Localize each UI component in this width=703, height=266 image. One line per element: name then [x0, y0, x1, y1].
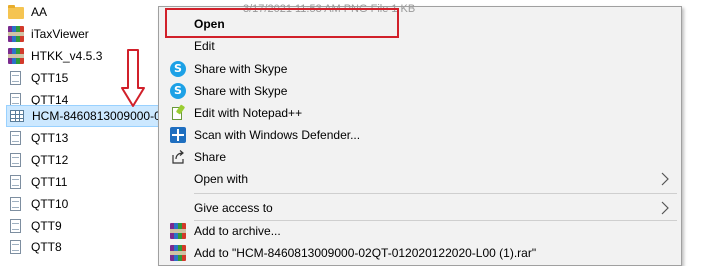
menu-label: Scan with Windows Defender... [194, 128, 361, 142]
document-icon [8, 70, 24, 86]
menu-label: Share with Skype [194, 62, 288, 76]
file-name: HCM-8460813009000-02 [32, 109, 168, 123]
menu-item-open-with[interactable]: Open with [159, 168, 681, 190]
file-name: HTKK_v4.5.3 [31, 49, 103, 63]
menu-label: Share [194, 150, 227, 164]
file-row-qtt10[interactable]: QTT10 [8, 193, 168, 215]
menu-label: Edit with Notepad++ [194, 106, 303, 120]
menu-item-edit-notepad[interactable]: Edit with Notepad++ [159, 102, 681, 124]
file-name: QTT13 [31, 131, 69, 145]
winrar-icon [170, 223, 186, 239]
file-name: QTT8 [31, 240, 62, 254]
menu-item-add-to-rar[interactable]: Add to "HCM-8460813009000-02QT-012020122… [159, 242, 681, 264]
file-row-itaxviewer[interactable]: iTaxViewer [8, 23, 168, 45]
document-icon [8, 196, 24, 212]
file-list: AA iTaxViewer HTKK_v4.5.3 QTT15 QTT14 HC… [0, 0, 170, 258]
spreadsheet-icon [9, 108, 25, 124]
file-row-qtt13[interactable]: QTT13 [8, 127, 168, 149]
winrar-icon [170, 245, 186, 261]
document-icon [8, 130, 24, 146]
menu-label: Share with Skype [194, 84, 288, 98]
file-row-qtt9[interactable]: QTT9 [8, 215, 168, 237]
file-name: QTT9 [31, 219, 62, 233]
skype-icon: S [170, 61, 186, 77]
share-icon [172, 150, 184, 164]
menu-label: Edit [194, 39, 215, 53]
windows-defender-icon [170, 127, 186, 143]
document-icon [8, 152, 24, 168]
menu-label: Open with [194, 172, 249, 186]
menu-item-share[interactable]: Share [159, 146, 681, 168]
document-icon [8, 218, 24, 234]
document-icon [8, 239, 24, 255]
skype-icon: S [170, 83, 186, 99]
annotation-arrow-icon [121, 49, 145, 107]
menu-item-give-access[interactable]: Give access to [159, 197, 681, 219]
chevron-right-icon [661, 201, 669, 215]
menu-item-edit[interactable]: Edit [159, 35, 681, 57]
file-name: QTT15 [31, 71, 69, 85]
file-name: iTaxViewer [31, 27, 89, 41]
menu-item-scan-defender[interactable]: Scan with Windows Defender... [159, 124, 681, 146]
document-icon [8, 174, 24, 190]
menu-separator [194, 193, 677, 194]
file-row-qtt8[interactable]: QTT8 [8, 236, 168, 258]
file-name: QTT12 [31, 153, 69, 167]
menu-item-add-archive[interactable]: Add to archive... [159, 220, 681, 242]
file-name: QTT10 [31, 197, 69, 211]
file-row-qtt11[interactable]: QTT11 [8, 171, 168, 193]
file-name: AA [31, 5, 48, 19]
rar-archive-icon [8, 48, 24, 64]
file-name: QTT11 [31, 175, 68, 189]
rar-archive-icon [8, 26, 24, 42]
context-menu: 3/17/2021 11:53 AM PNG File 1 KB Open Ed… [158, 3, 682, 266]
menu-item-share-skype-1[interactable]: S Share with Skype [159, 58, 681, 80]
menu-item-share-skype-2[interactable]: S Share with Skype [159, 80, 681, 102]
menu-label: Add to archive... [194, 224, 281, 238]
menu-label: Give access to [194, 201, 273, 215]
notepad-plus-plus-icon [170, 105, 186, 121]
folder-icon [8, 4, 24, 20]
chevron-right-icon [661, 172, 669, 186]
file-row-aa[interactable]: AA [8, 1, 168, 23]
file-row-qtt12[interactable]: QTT12 [8, 149, 168, 171]
open-highlight-box [165, 8, 399, 38]
